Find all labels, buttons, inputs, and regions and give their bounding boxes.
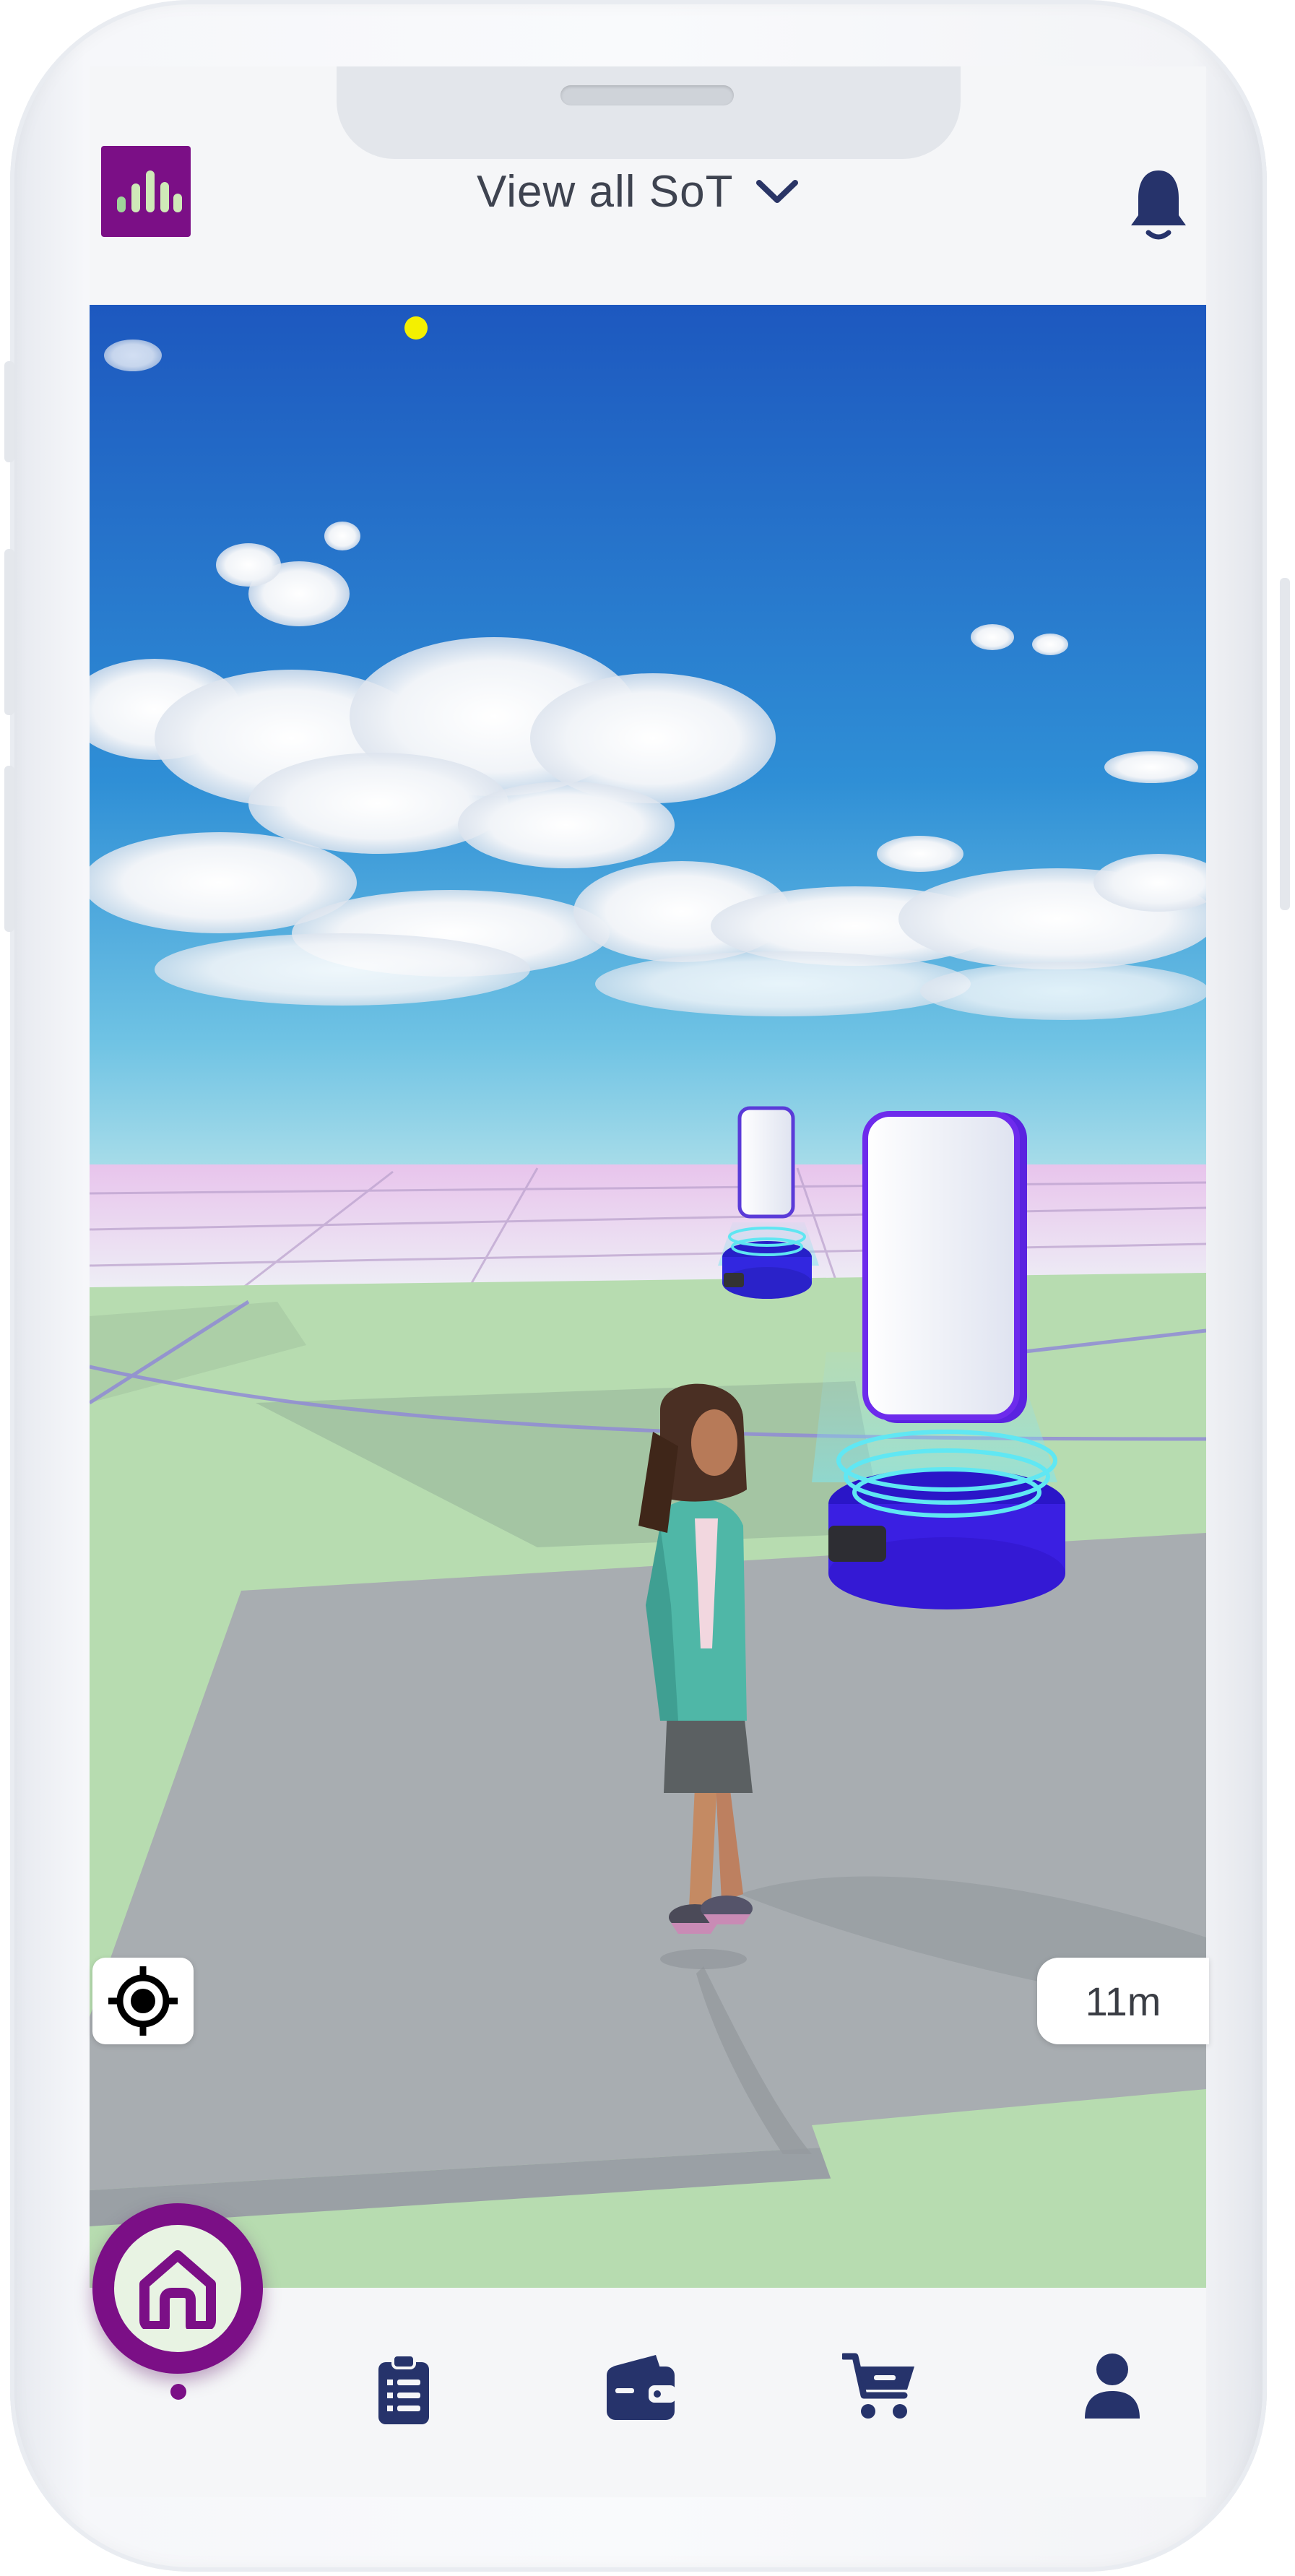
nav-tasks-button[interactable] — [377, 2354, 430, 2426]
phone-side-button — [4, 766, 14, 932]
phone-side-button — [1280, 578, 1290, 910]
clipboard-list-icon — [378, 2354, 429, 2424]
app-logo-icon[interactable] — [101, 146, 191, 237]
nav-wallet-button[interactable] — [605, 2351, 677, 2423]
phone-speaker — [560, 85, 734, 105]
phone-notch — [337, 66, 961, 159]
plaza — [90, 1533, 1206, 2190]
phone-side-button — [4, 361, 14, 462]
nav-cart-button[interactable] — [840, 2351, 917, 2423]
sot-selector-dropdown[interactable]: View all SoT — [477, 159, 800, 224]
active-indicator-dot — [170, 2384, 186, 2400]
distance-badge: 11m — [1037, 1958, 1209, 2044]
nav-home-button[interactable] — [92, 2203, 263, 2374]
locate-me-button[interactable] — [92, 1958, 194, 2044]
user-icon — [1085, 2354, 1140, 2419]
chevron-down-icon — [756, 180, 799, 203]
cart-icon — [840, 2353, 914, 2419]
home-icon-circle — [114, 2225, 241, 2352]
wallet-icon — [607, 2355, 676, 2420]
sun-marker — [404, 316, 428, 340]
home-icon — [139, 2250, 216, 2329]
distance-label: 11m — [1085, 1978, 1161, 2024]
bell-icon[interactable] — [1130, 166, 1187, 246]
phone-side-button — [4, 549, 14, 715]
crosshair-icon — [108, 1966, 178, 2036]
nav-profile-button[interactable] — [1082, 2351, 1143, 2423]
sot-selector-label: View all SoT — [477, 166, 734, 217]
